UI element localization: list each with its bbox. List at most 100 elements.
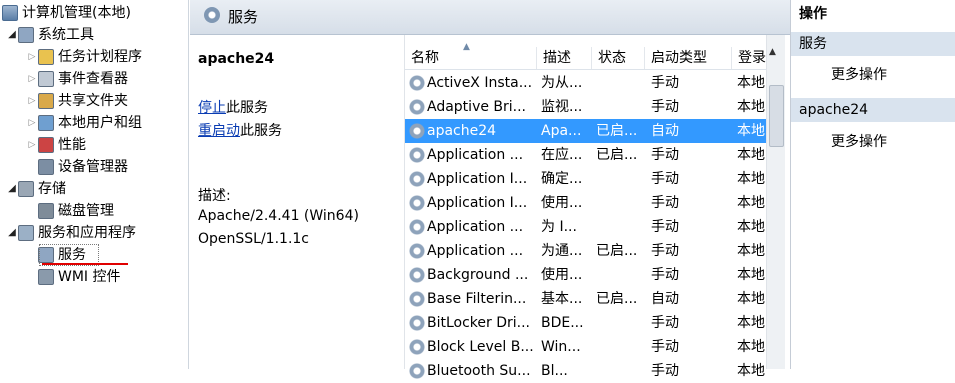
table-cell: 本地 [737,75,765,91]
tree-item-label: 事件查看器 [58,71,128,87]
tree-item[interactable]: ◢ 系统工具 [6,24,94,46]
actions-section-services[interactable]: 服务 [791,32,955,56]
tree-item[interactable]: ▷ 事件查看器 [26,68,128,90]
tree-item-icon [18,27,34,43]
table-cell: 监视... [541,99,583,115]
tree-item[interactable]: ▷ 性能 [26,134,86,156]
table-row[interactable]: BitLocker Dri... BDE... 手动 本地 [405,311,767,335]
table-cell: Bluetooth Su... [427,363,531,379]
table-row[interactable]: Application ... 为 I... 手动 本地 [405,215,767,239]
collapsed-arrow-icon[interactable]: ▷ [26,112,38,134]
restart-service-line: 重启动此服务 [198,120,282,140]
table-row[interactable]: Application I... 使用... 手动 本地 [405,191,767,215]
expanded-arrow-icon[interactable]: ◢ [6,222,18,244]
scrollbar-thumb[interactable] [769,85,784,147]
tree-item[interactable]: ▷ 本地用户和组 [26,112,142,134]
table-cell: 本地 [737,195,765,211]
table-cell: 本地 [737,315,765,331]
table-cell: 手动 [651,171,679,187]
table-cell: 本地 [737,99,765,115]
table-row[interactable]: ActiveX Insta... 为从... 手动 本地 [405,71,767,95]
collapsed-arrow-icon[interactable]: ▷ [26,46,38,68]
table-cell: 手动 [651,315,679,331]
table-row[interactable]: Bluetooth Su... Bl... 手动 本地 [405,359,767,383]
tree-item[interactable]: 设备管理器 [26,156,128,178]
collapsed-arrow-icon[interactable]: ▷ [26,134,38,156]
table-row[interactable]: Application ... 为通... 已启... 手动 本地 [405,239,767,263]
column-header-status[interactable]: 状态 [592,47,645,69]
tree-item-label: 性能 [58,137,86,153]
tree-root-label: 计算机管理(本地) [22,5,131,21]
tree-item-icon [38,115,54,131]
tree-item[interactable]: ◢ 服务和应用程序 [6,222,136,244]
column-header-name[interactable]: ▲ 名称 [405,42,537,69]
tree-item-label: 设备管理器 [58,159,128,175]
tree-item-label: 磁盘管理 [58,203,114,219]
restart-service-link[interactable]: 重启动 [198,123,240,139]
table-row[interactable]: Block Level B... Win... 手动 本地 [405,335,767,359]
collapsed-arrow-icon[interactable]: ▷ [26,90,38,112]
expanded-arrow-icon[interactable]: ◢ [6,24,18,46]
table-cell: 已启... [596,147,638,163]
table-cell: 手动 [651,195,679,211]
table-cell: 为 I... [541,219,577,235]
tree-item-label: 服务和应用程序 [38,225,136,241]
table-cell: 本地 [737,363,765,379]
tree-item-icon [38,269,54,285]
service-gear-icon [409,363,425,379]
more-actions-apache24[interactable]: 更多操作 [831,131,887,151]
table-cell: Bl... [541,363,568,379]
services-list: ▲ 名称 描述 状态 启动类型 登录 ActiveX Insta... 为从...… [404,35,767,379]
tree-item-label: WMI 控件 [58,269,121,285]
tree-item[interactable]: 磁盘管理 [26,200,114,222]
table-cell: 本地 [737,339,765,355]
stop-service-link[interactable]: 停止 [198,100,226,116]
tree-item[interactable]: ▷ 共享文件夹 [26,90,128,112]
table-cell: 已启... [596,123,638,139]
services-header: 服务 [190,0,790,35]
description-label: 描述: [198,188,231,204]
tree-item[interactable]: ▷ 任务计划程序 [26,46,142,68]
table-cell: 手动 [651,75,679,91]
service-gear-icon [409,195,425,211]
more-actions-services[interactable]: 更多操作 [831,64,887,84]
table-row[interactable]: Base Filterin... 基本... 已启... 自动 本地 [405,287,767,311]
column-header-description[interactable]: 描述 [537,47,592,69]
table-row[interactable]: apache24 Apa... 已启... 自动 本地 [405,119,767,143]
table-row[interactable]: Background ... 使用... 手动 本地 [405,263,767,287]
table-row[interactable]: Adaptive Bri... 监视... 手动 本地 [405,95,767,119]
table-cell: 基本... [541,291,583,307]
table-cell: Application I... [427,195,528,211]
navigation-tree: 计算机管理(本地) ◢ 系统工具 ▷ 任务计划程序 ▷ 事件查看器 ▷ 共享文件夹 ▷ 本地用户和… [0,0,189,369]
actions-section-apache24[interactable]: apache24 [791,98,955,122]
computer-management-icon [2,5,18,21]
stop-service-line: 停止此服务 [198,97,268,117]
table-cell: 手动 [651,219,679,235]
tree-root[interactable]: 计算机管理(本地) [2,2,131,24]
column-header-logon[interactable]: 登录 [732,47,767,69]
table-row[interactable]: Application I... 确定... 手动 本地 [405,167,767,191]
table-cell: Application I... [427,171,528,187]
tree-item-label: 系统工具 [38,27,94,43]
table-cell: 使用... [541,267,583,283]
column-header-startup-type[interactable]: 启动类型 [645,47,732,69]
actions-pane: 操作 服务 更多操作 apache24 更多操作 [790,0,955,369]
list-scrollbar[interactable]: ▲ [766,35,785,369]
table-cell: 本地 [737,243,765,259]
tree-item[interactable]: WMI 控件 [26,266,121,288]
collapsed-arrow-icon[interactable]: ▷ [26,68,38,90]
table-cell: ActiveX Insta... [427,75,533,91]
table-cell: 已启... [596,291,638,307]
table-cell: Background ... [427,267,529,283]
description-line-1: Apache/2.4.41 (Win64) [198,208,359,224]
table-row[interactable]: Application ... 在应... 已启... 手动 本地 [405,143,767,167]
service-name: apache24 [198,51,275,67]
table-cell: Application ... [427,219,524,235]
expanded-arrow-icon[interactable]: ◢ [6,178,18,200]
red-underline-annotation [42,263,128,265]
services-gear-icon [204,7,220,23]
tree-item-icon [38,93,54,109]
table-cell: 本地 [737,147,765,163]
tree-item[interactable]: ◢ 存储 [6,178,66,200]
scroll-up-arrow-icon[interactable]: ▲ [769,47,776,57]
